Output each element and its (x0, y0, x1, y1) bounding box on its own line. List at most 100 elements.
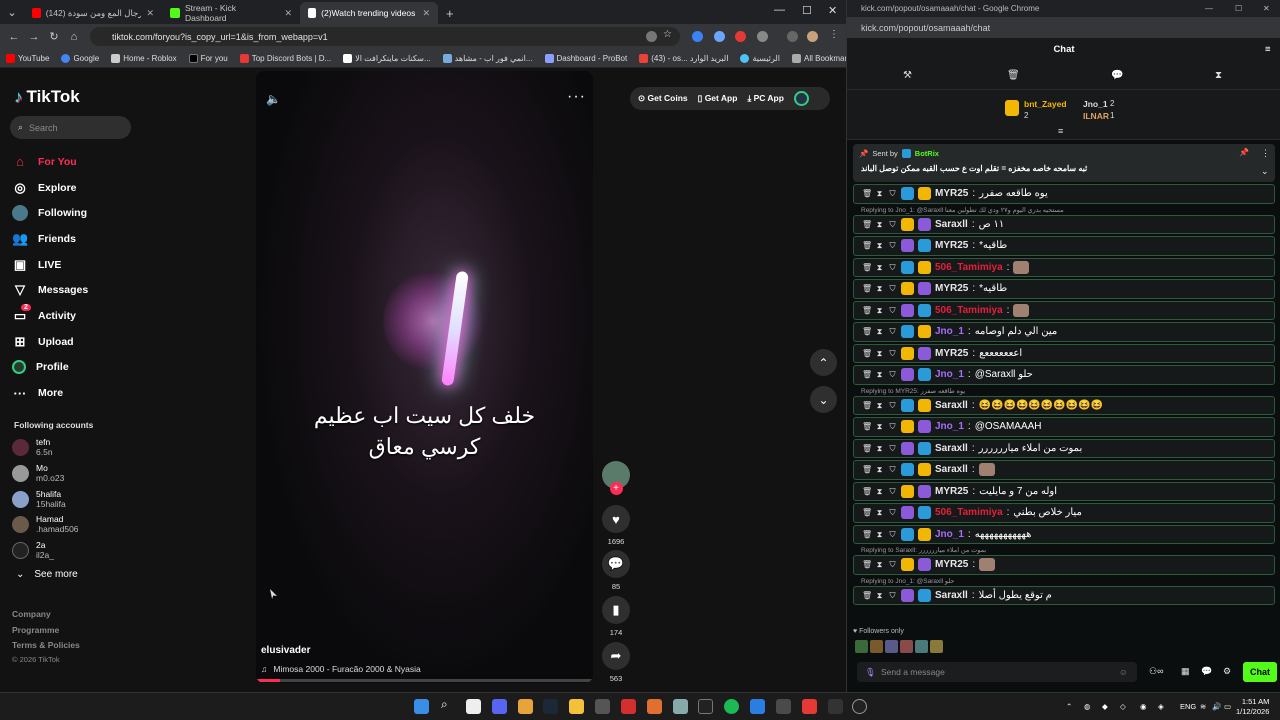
chat-bubble-icon[interactable]: 💬 (1201, 666, 1212, 677)
search-icon[interactable]: ⌕ (441, 697, 456, 712)
tab-kick-dashboard[interactable]: Stream - Kick Dashboard ✕ (162, 2, 300, 24)
battery-icon[interactable]: ▭ (1224, 702, 1231, 711)
nav-activity[interactable]: ▭ 2 Activity (12, 303, 88, 329)
chat-send-button[interactable]: Chat (1243, 662, 1277, 682)
chat-username[interactable]: MYR25 (935, 348, 968, 359)
chat-message[interactable]: 🗑 ⧗ ⛉ Saraxll:١١ ص (853, 214, 1275, 234)
close-tab-icon[interactable]: ✕ (422, 8, 430, 19)
delete-message-icon[interactable]: 🗑 (862, 349, 872, 358)
more-options-icon[interactable]: ··· (567, 88, 586, 106)
menu-icon[interactable]: ⋮ (829, 29, 840, 40)
footer-terms-link[interactable]: Terms & Policies (12, 638, 80, 654)
chat-username[interactable]: Saraxll (935, 590, 968, 601)
wifi-icon[interactable]: ≋ (1200, 702, 1206, 711)
all-bookmarks[interactable]: All Bookmarks (792, 53, 846, 63)
ban-icon[interactable]: ⛉ (888, 560, 897, 569)
media-icon[interactable] (787, 31, 798, 42)
ban-icon[interactable]: ⛉ (888, 306, 897, 315)
emote-icon[interactable] (870, 640, 883, 653)
timeout-icon[interactable]: ⧗ (875, 327, 884, 336)
chat-message[interactable]: 🗑 ⧗ ⛉ Jno_1: هههههههههههه (853, 524, 1275, 544)
start-menu-icon[interactable] (414, 699, 429, 714)
emote-icon[interactable] (900, 640, 913, 653)
chat-message[interactable]: 🗑 ⧗ ⛉ Jno_1: @OSAMAAAH (853, 417, 1275, 437)
next-video-button[interactable]: ⌄ (810, 386, 837, 413)
reload-icon[interactable]: ↻ (44, 30, 64, 43)
steam-icon[interactable] (543, 699, 558, 714)
extension-icon[interactable] (714, 31, 725, 42)
ban-icon[interactable]: ⛉ (888, 591, 897, 600)
app-icon[interactable] (595, 699, 610, 714)
app-icon[interactable] (750, 699, 765, 714)
chat-bubble-icon[interactable]: 💬 (1111, 70, 1123, 81)
ban-icon[interactable]: ⛉ (888, 422, 897, 431)
chat-username[interactable]: Jno_1 (935, 369, 964, 380)
search-input[interactable]: ⌕ Search (10, 116, 131, 139)
bookmark-home[interactable]: الرئيسية (740, 53, 780, 63)
system-clock[interactable]: 1:51 AM 1/12/2026 (1236, 697, 1269, 717)
emote-icon[interactable] (915, 640, 928, 653)
ban-icon[interactable]: ⛉ (888, 487, 897, 496)
timeout-icon[interactable]: ⧗ (875, 220, 884, 229)
chevron-down-icon[interactable]: ⌄ (1261, 166, 1269, 177)
tray-icon[interactable]: ◈ (1158, 702, 1164, 711)
comment-button[interactable]: 💬 85 (601, 550, 631, 591)
chat-message[interactable]: 🗑 ⧗ ⛉ 506_Tamimiya: (853, 300, 1275, 320)
install-app-icon[interactable] (646, 31, 657, 42)
timeout-icon[interactable]: ⧗ (875, 465, 884, 474)
file-explorer-icon[interactable] (569, 699, 584, 714)
close-window-icon[interactable]: ✕ (1263, 4, 1270, 13)
ban-icon[interactable]: ⛉ (888, 401, 897, 410)
nav-upload[interactable]: ⊞ Upload (12, 329, 88, 355)
close-tab-icon[interactable]: ✕ (146, 8, 154, 19)
share-button[interactable]: ➦ 563 (601, 642, 631, 683)
close-window-icon[interactable]: ✕ (828, 4, 837, 17)
bookmark-gmail[interactable]: (43) - os... البريد الوارد (639, 53, 728, 63)
emote-icon[interactable] (930, 640, 943, 653)
minimize-icon[interactable]: — (774, 4, 785, 16)
avatar[interactable] (807, 31, 818, 42)
creator-avatar[interactable]: + (601, 461, 631, 495)
timeout-icon[interactable]: ⧗ (875, 284, 884, 293)
tray-icon[interactable]: ◉ (1140, 702, 1147, 711)
chat-username[interactable]: Jno_1 (935, 529, 964, 540)
get-coins-button[interactable]: ⊙ Get Coins (638, 93, 688, 104)
delete-message-icon[interactable]: 🗑 (862, 444, 872, 453)
chat-username[interactable]: Jno_1 (935, 326, 964, 337)
delete-message-icon[interactable]: 🗑 (862, 422, 872, 431)
chat-message[interactable]: 🗑 ⧗ ⛉ MYR25: (853, 555, 1275, 575)
tray-icon[interactable]: ◇ (1120, 702, 1126, 711)
previous-video-button[interactable]: ⌃ (810, 349, 837, 376)
home-icon[interactable]: ⌂ (64, 31, 84, 43)
app-icon[interactable] (802, 699, 817, 714)
like-button[interactable]: ♥ 1696 (601, 505, 631, 546)
app-icon[interactable] (621, 699, 636, 714)
chat-message[interactable]: 🗑 ⧗ ⛉ MYR25: يوه طاقعه صفرر (853, 184, 1275, 204)
chat-message[interactable]: 🗑 ⧗ ⛉ 506_Tamimiya: ميار خلاص بطني (853, 503, 1275, 523)
nav-more[interactable]: ··· More (12, 380, 88, 406)
emoji-icon[interactable]: ☺ (1119, 667, 1128, 677)
chat-message[interactable]: 🗑 ⧗ ⛉ 506_Tamimiya: (853, 257, 1275, 277)
video-music[interactable]: ♫ Mimosa 2000 - Furacão 2000 & Nyasia (261, 664, 421, 674)
epic-games-icon[interactable] (698, 699, 713, 714)
puzzle-icon[interactable] (757, 31, 768, 42)
footer-programme-link[interactable]: Programme (12, 623, 80, 639)
timeout-icon[interactable]: ⧗ (875, 591, 884, 600)
users-icon[interactable]: ⚇∞ (1149, 666, 1163, 677)
chat-message[interactable]: 🗑 ⧗ ⛉ Saraxll: بموت من املاء ميارررررر (853, 438, 1275, 458)
new-tab-button[interactable]: + (438, 2, 462, 24)
ban-icon[interactable]: ⛉ (888, 370, 897, 379)
delete-message-icon[interactable]: 🗑 (862, 401, 872, 410)
timeout-icon[interactable]: ⧗ (875, 241, 884, 250)
chat-username[interactable]: MYR25 (935, 283, 968, 294)
footer-company-link[interactable]: Company (12, 607, 80, 623)
back-icon[interactable]: ← (4, 31, 24, 43)
chrome-icon[interactable] (466, 699, 481, 714)
chat-username[interactable]: Jno_1 (935, 421, 964, 432)
get-app-button[interactable]: ▯ Get App (698, 93, 738, 104)
nav-explore[interactable]: ◎ Explore (12, 175, 88, 201)
emote-icon[interactable] (885, 640, 898, 653)
timeout-icon[interactable]: ⧗ (875, 306, 884, 315)
delete-message-icon[interactable]: 🗑 (862, 591, 872, 600)
ban-icon[interactable]: ⛉ (888, 241, 897, 250)
